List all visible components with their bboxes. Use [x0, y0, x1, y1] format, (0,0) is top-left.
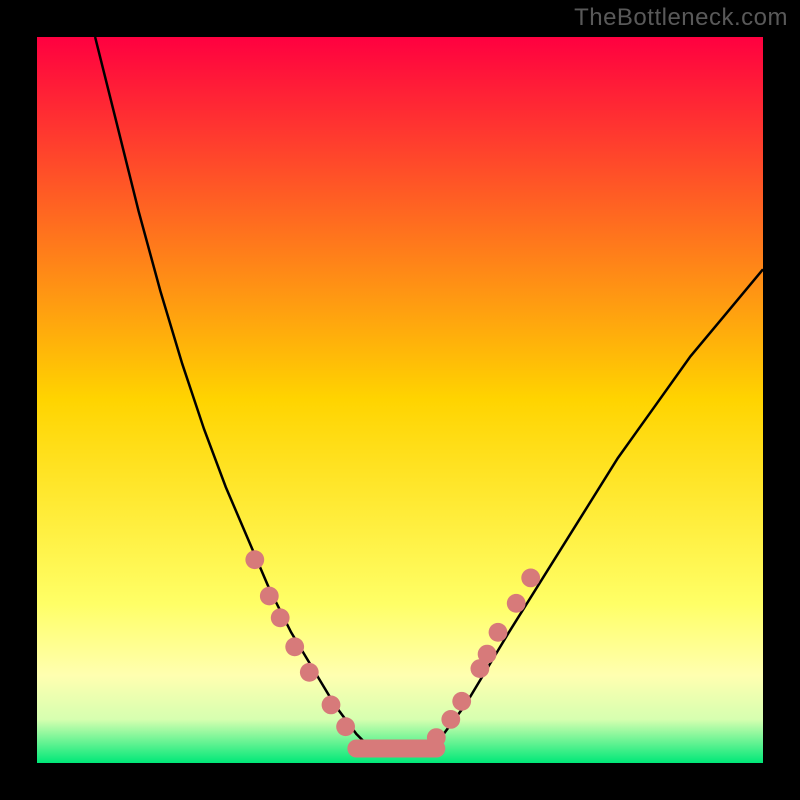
- data-dot: [260, 587, 279, 606]
- data-dot: [441, 710, 460, 729]
- data-dot: [271, 608, 290, 627]
- watermark-label: TheBottleneck.com: [574, 4, 788, 32]
- gradient-background: [37, 37, 763, 763]
- data-dot: [336, 717, 355, 736]
- data-dot: [452, 692, 471, 711]
- data-dot: [489, 623, 508, 642]
- data-dot: [427, 728, 446, 747]
- chart-frame: TheBottleneck.com: [0, 0, 800, 800]
- data-dot: [478, 645, 497, 664]
- data-dot: [507, 594, 526, 613]
- data-dot: [245, 550, 264, 569]
- data-dot: [300, 663, 319, 682]
- bottleneck-plot: [37, 37, 763, 763]
- data-dot: [285, 637, 304, 656]
- data-dot: [322, 696, 341, 715]
- data-dot: [521, 569, 540, 588]
